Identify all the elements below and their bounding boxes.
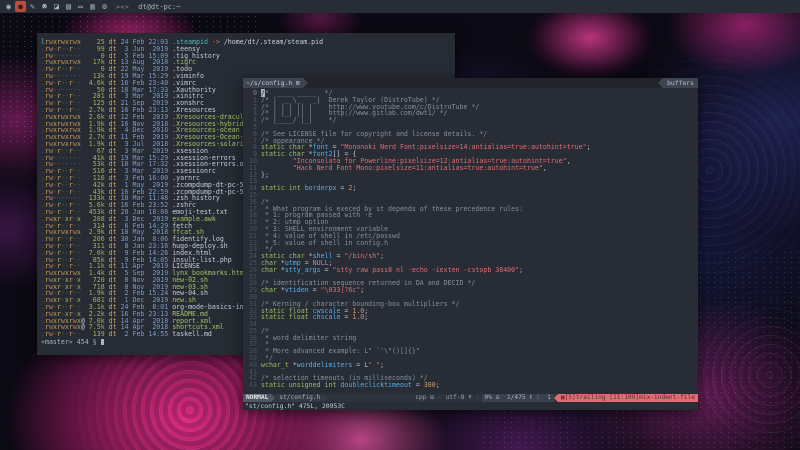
code-line: 29char *vtiden = "\033[?6c"; — [243, 287, 698, 294]
vim-tabline: ~/s/config.h ⊞ buffers — [243, 78, 698, 88]
monitor-icon[interactable]: ▭ — [75, 1, 86, 12]
code-line: 15 — [243, 192, 698, 199]
symlink-arrow: -> — [208, 38, 224, 46]
files-icon[interactable]: ▥ — [87, 1, 98, 12]
folder-icon[interactable]: ▤ — [63, 1, 74, 12]
desktop: ◉●✎☻◪▤▭▥⚙ ><> dt@dt-pc:~ lrwxrwxrwx 25 d… — [0, 0, 800, 450]
whitespace-warning: ▦[5]trailing [11:109]mix-indent-file — [558, 394, 698, 402]
line-number: 2 — [243, 104, 261, 111]
code-line: 38 * More advanced example: L" `'\"()[]{… — [243, 348, 698, 355]
line-number: 1 — [243, 97, 261, 104]
user-icon[interactable]: ☻ — [39, 1, 50, 12]
code-line: 22 * 5: value of shell in config.h — [243, 240, 698, 247]
image-icon[interactable]: ◪ — [51, 1, 62, 12]
encoding-icon: ♆ — [468, 394, 472, 401]
line-number: 8 — [243, 144, 261, 151]
code-line: 26char *stty_args = "stty raw pass8 nl -… — [243, 267, 698, 274]
code-line: 11 "Hack Nerd Font Mono:pixelsize=11:ant… — [243, 165, 698, 172]
terminal-cursor — [101, 339, 105, 345]
mode-indicator: NORMAL — [243, 394, 271, 402]
line-number: 43 — [243, 382, 261, 389]
file-size: 139 — [85, 330, 105, 338]
code-line: 43static unsigned int doubleclicktimeout… — [243, 382, 698, 389]
file-name: taskell.md — [172, 330, 212, 338]
vim-statusline: NORMAL st/config.h cpp ⊞ ‹ utf-8 ♆ ‹ 0% … — [243, 394, 698, 402]
line-number: 7 — [243, 138, 261, 145]
line-number: 3 — [243, 110, 261, 117]
record-icon[interactable]: ● — [15, 1, 26, 12]
encoding-segment: utf-8 ♆ — [444, 394, 474, 402]
filetype-icon: ⊞ — [430, 394, 434, 401]
vim-terminal[interactable]: ~/s/config.h ⊞ buffers 0/* ____ _____ */… — [243, 78, 698, 410]
segment-separator: ‹ — [436, 394, 444, 402]
launcher-icons: ◉●✎☻◪▤▭▥⚙ — [3, 1, 111, 12]
code-line: 34 — [243, 321, 698, 328]
line-number: 5 — [243, 124, 261, 131]
line-number: 6 — [243, 131, 261, 138]
window-title: dt@dt-pc:~ — [138, 3, 180, 11]
code-line: 36 * word delimiter string — [243, 335, 698, 342]
code-line: 33static float chscale = 1.0; — [243, 314, 698, 321]
file-owner: dt — [105, 330, 121, 338]
code-line: 40wchar_t *worddelimiters = L" "; — [243, 362, 698, 369]
filetype-segment: cpp ⊞ — [413, 394, 436, 402]
tab-config-h[interactable]: ~/s/config.h ⊞ — [243, 78, 303, 88]
permissions: .rw-r--r-- — [41, 330, 85, 338]
vim-buffer[interactable]: 0/* ____ _____ */1/* | _ \_ _| Derek Tay… — [243, 88, 698, 394]
settings-icon[interactable]: ⚙ — [99, 1, 110, 12]
code-line: 12}; — [243, 172, 698, 179]
file-date: 2 Feb 14:55 — [121, 330, 173, 338]
top-panel: ◉●✎☻◪▤▭▥⚙ ><> dt@dt-pc:~ — [0, 0, 800, 13]
tab-icon: ⊞ — [296, 79, 300, 87]
list-icon: ≡ — [496, 394, 500, 401]
vim-commandline: "st/config.h" 475L, 20953C — [243, 402, 698, 410]
buffers-label[interactable]: buffers — [663, 78, 698, 88]
line-number: 0 — [243, 90, 261, 97]
prompt-symbol: § — [93, 338, 97, 346]
segment-separator: ‹ — [474, 394, 482, 402]
browser-icon[interactable]: ◉ — [3, 1, 14, 12]
fish-shell-glyph: ><> — [116, 3, 129, 11]
line-number: 4 — [243, 117, 261, 124]
git-branch: «master» — [41, 338, 73, 346]
code-line: 14static int borderpx = 2; — [243, 185, 698, 192]
symlink-target: /home/dt/.steam/steam.pid — [224, 38, 323, 46]
edit-icon[interactable]: ✎ — [27, 1, 38, 12]
statusline-filename: st/config.h — [275, 394, 324, 402]
code-line: 4/* |____/ |_| */ — [243, 117, 698, 124]
history-number: 454 — [77, 338, 89, 346]
position-segment: 0% ≡ 1/475 ℓ : 1 — [482, 394, 554, 402]
